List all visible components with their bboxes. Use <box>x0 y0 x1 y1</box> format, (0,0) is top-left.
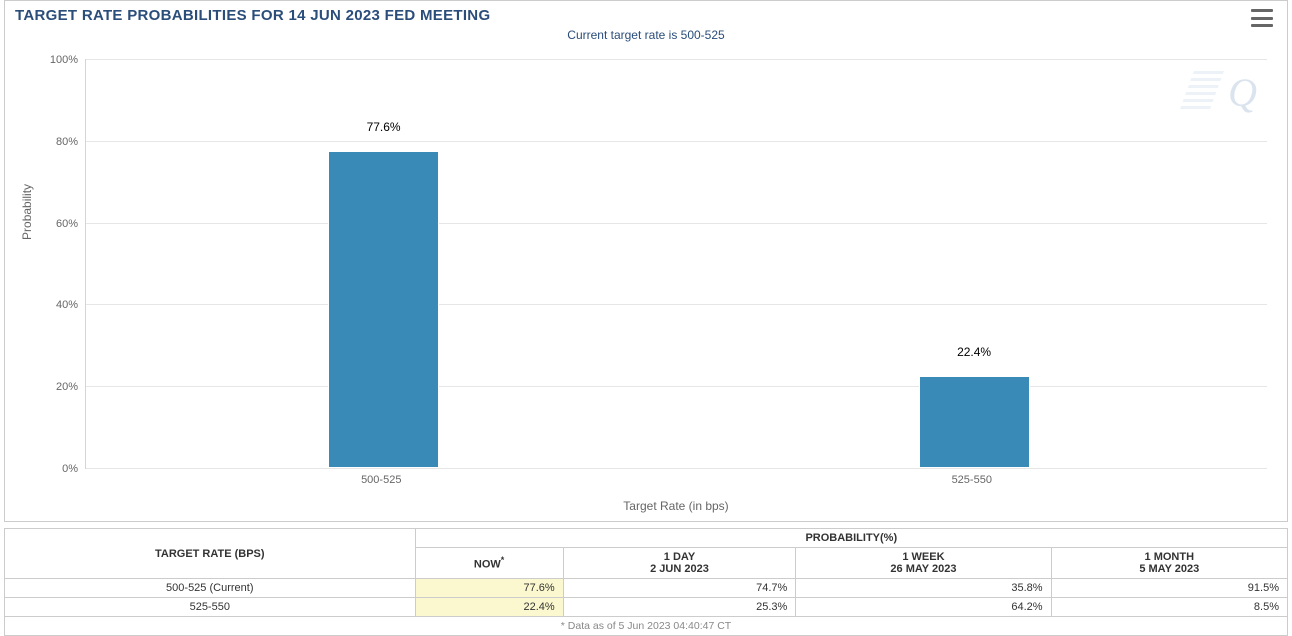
val-cell: 25.3% <box>563 598 796 617</box>
y-tick: 40% <box>56 299 86 311</box>
rate-cell: 500-525 (Current) <box>5 579 416 598</box>
bar-525-550[interactable]: 22.4% <box>919 376 1030 468</box>
bar-label: 22.4% <box>957 345 991 361</box>
val-cell: 74.7% <box>563 579 796 598</box>
table-row: 525-550 22.4% 25.3% 64.2% 8.5% <box>5 598 1288 617</box>
x-tick: 525-550 <box>952 468 992 486</box>
val-cell: 91.5% <box>1051 579 1287 598</box>
th-target-rate: TARGET RATE (BPS) <box>5 529 416 579</box>
y-tick: 60% <box>56 218 86 230</box>
period-label: 1 MONTH <box>1145 551 1195 563</box>
probability-table: TARGET RATE (BPS) PROBABILITY(%) NOW* 1 … <box>4 528 1288 617</box>
y-tick: 100% <box>50 54 86 66</box>
rate-cell: 525-550 <box>5 598 416 617</box>
period-date: 2 JUN 2023 <box>572 563 788 575</box>
bar-500-525[interactable]: 77.6% <box>328 151 439 468</box>
chart-title: TARGET RATE PROBABILITIES FOR 14 JUN 202… <box>5 1 1287 24</box>
chart-panel: TARGET RATE PROBABILITIES FOR 14 JUN 202… <box>4 0 1288 522</box>
th-now: NOW* <box>415 548 563 579</box>
asterisk: * <box>501 555 505 565</box>
period-date: 26 MAY 2023 <box>804 563 1042 575</box>
x-axis-label: Target Rate (in bps) <box>85 499 1267 513</box>
bar-label: 77.6% <box>367 120 401 136</box>
table-row: 500-525 (Current) 77.6% 74.7% 35.8% 91.5… <box>5 579 1288 598</box>
chart-menu-icon[interactable] <box>1251 9 1273 27</box>
val-cell: 22.4% <box>415 598 563 617</box>
period-label: 1 DAY <box>664 551 695 563</box>
plot-area: 0% 20% 40% 60% 80% 100% 77.6% 22.4% 500-… <box>85 59 1267 469</box>
val-cell: 64.2% <box>796 598 1051 617</box>
val-cell: 8.5% <box>1051 598 1287 617</box>
th-probability: PROBABILITY(%) <box>415 529 1287 548</box>
x-tick: 500-525 <box>361 468 401 486</box>
th-1day: 1 DAY 2 JUN 2023 <box>563 548 796 579</box>
period-label: 1 WEEK <box>902 551 944 563</box>
val-cell: 35.8% <box>796 579 1051 598</box>
y-tick: 20% <box>56 381 86 393</box>
y-tick: 80% <box>56 136 86 148</box>
y-axis-label: Probability <box>20 184 34 240</box>
val-cell: 77.6% <box>415 579 563 598</box>
period-date: 5 MAY 2023 <box>1060 563 1279 575</box>
y-tick: 0% <box>62 463 86 475</box>
th-1month: 1 MONTH 5 MAY 2023 <box>1051 548 1287 579</box>
th-1week: 1 WEEK 26 MAY 2023 <box>796 548 1051 579</box>
chart-subtitle: Current target rate is 500-525 <box>5 28 1287 42</box>
period-label: NOW <box>474 559 501 571</box>
data-footnote: * Data as of 5 Jun 2023 04:40:47 CT <box>4 617 1288 636</box>
